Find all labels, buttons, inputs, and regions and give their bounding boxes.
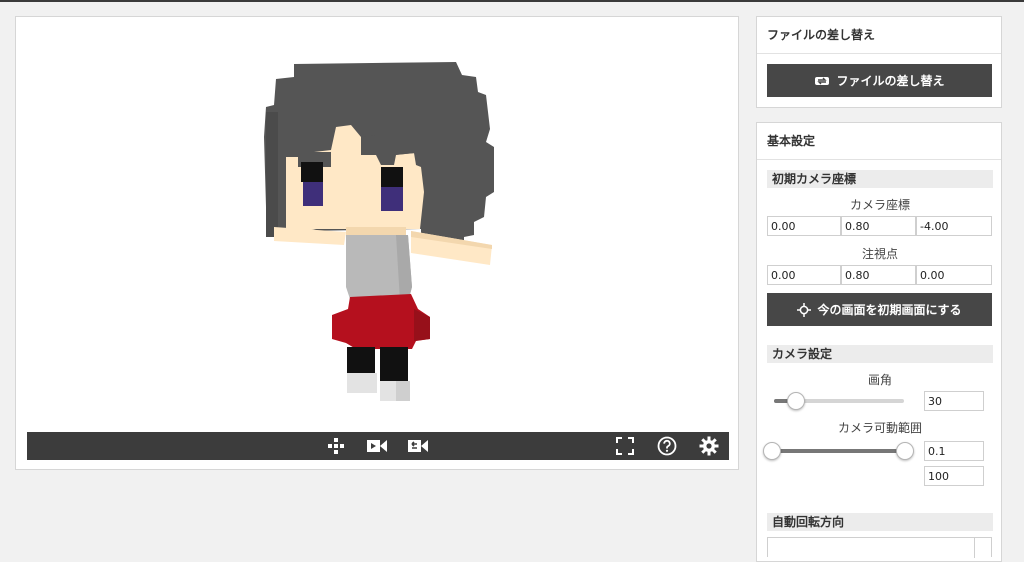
camera-range-min-handle[interactable]	[763, 442, 781, 460]
fov-input[interactable]	[924, 391, 984, 411]
file-replace-panel: ファイルの差し替え ファイルの差し替え	[756, 16, 1002, 108]
camera-position-y-input[interactable]	[841, 216, 916, 236]
fullscreen-icon[interactable]	[614, 435, 636, 457]
target-y-input[interactable]	[841, 265, 916, 285]
camera-range-max-input[interactable]	[924, 466, 984, 486]
auto-rotate-heading: 自動回転方向	[767, 513, 993, 531]
target-z-input[interactable]	[916, 265, 992, 285]
file-replace-button-label: ファイルの差し替え	[836, 74, 945, 88]
viewer-toolbar	[27, 432, 729, 460]
swap-icon	[815, 76, 830, 85]
initial-camera-heading: 初期カメラ座標	[767, 170, 993, 188]
camera-settings-heading: カメラ設定	[767, 345, 993, 363]
camera-position-label: カメラ座標	[849, 198, 910, 212]
target-label: 注視点	[861, 247, 898, 261]
camera-reset-icon[interactable]	[407, 435, 429, 457]
camera-range-slider-track[interactable]	[767, 449, 910, 453]
basic-settings-panel: 基本設定 初期カメラ座標 カメラ座標 注視点 今の画面を初期画面にする カメラ設…	[756, 122, 1002, 562]
fov-label: 画角	[867, 373, 892, 387]
move-icon[interactable]	[325, 435, 347, 457]
file-replace-title: ファイルの差し替え	[757, 17, 1001, 54]
camera-position-x-input[interactable]	[767, 216, 841, 236]
top-bar	[0, 0, 1024, 2]
model-viewer[interactable]	[15, 16, 739, 470]
settings-icon[interactable]	[698, 435, 720, 457]
voxel-character[interactable]	[16, 17, 738, 431]
camera-position-z-input[interactable]	[916, 216, 992, 236]
target-x-input[interactable]	[767, 265, 841, 285]
help-icon[interactable]	[656, 435, 678, 457]
set-initial-view-label: 今の画面を初期画面にする	[817, 303, 962, 317]
camera-range-max-handle[interactable]	[896, 442, 914, 460]
camera-record-icon[interactable]	[366, 435, 388, 457]
basic-settings-title: 基本設定	[757, 123, 1001, 160]
select-divider	[974, 538, 975, 558]
camera-range-min-input[interactable]	[924, 441, 984, 461]
fov-slider-handle[interactable]	[787, 392, 805, 410]
auto-rotate-select[interactable]	[767, 537, 992, 558]
crosshair-icon	[797, 302, 812, 317]
camera-range-label: カメラ可動範囲	[837, 421, 922, 435]
file-replace-button[interactable]: ファイルの差し替え	[767, 64, 992, 97]
set-initial-view-button[interactable]: 今の画面を初期画面にする	[767, 293, 992, 326]
